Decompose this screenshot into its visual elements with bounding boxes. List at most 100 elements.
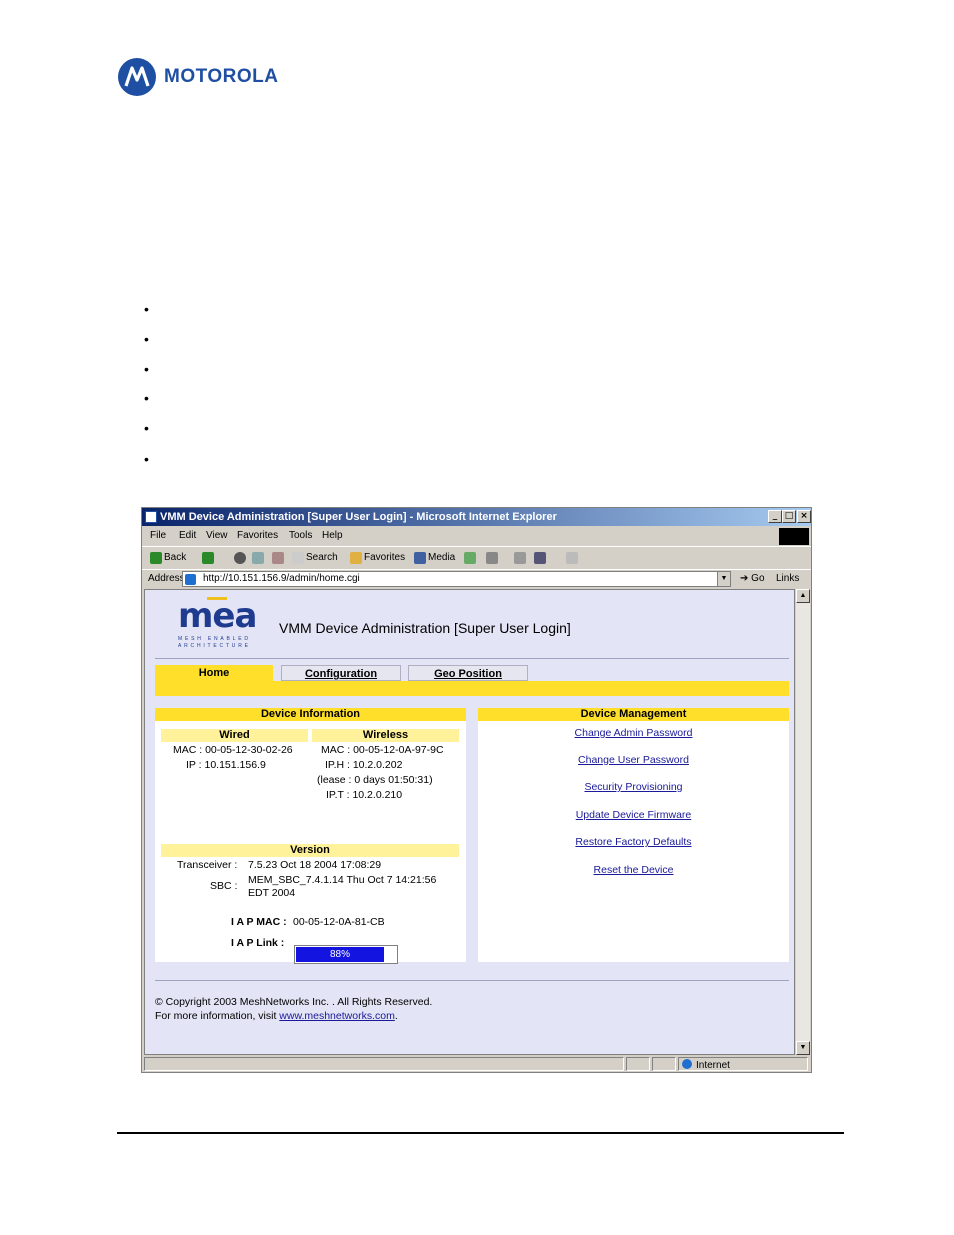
scroll-up-icon[interactable]: ▲ <box>796 589 810 603</box>
forward-arrow-icon[interactable] <box>202 552 214 564</box>
refresh-icon[interactable] <box>252 552 264 564</box>
iap-link-progress-fill: 88% <box>296 947 384 962</box>
more-info-suffix: . <box>394 1010 398 1022</box>
address-bar: Address http://10.151.156.9/admin/home.c… <box>142 569 811 588</box>
zone-pane: Internet <box>678 1057 808 1071</box>
reset-device-link[interactable]: Reset the Device <box>478 864 789 876</box>
go-button[interactable]: ➔ Go <box>740 570 765 588</box>
wired-mac: MAC : 00-05-12-30-02-26 <box>173 744 293 756</box>
menu-help[interactable]: Help <box>322 527 343 545</box>
maximize-button[interactable]: □ <box>782 510 796 523</box>
device-mgmt-heading: Device Management <box>478 708 789 721</box>
address-dropdown-icon[interactable]: ▼ <box>717 572 730 586</box>
windows-logo-icon <box>779 528 809 545</box>
transceiver-label: Transceiver : <box>177 859 238 871</box>
bullet: • <box>144 361 149 377</box>
page-title: VMM Device Administration [Super User Lo… <box>279 620 571 636</box>
wireless-mac: MAC : 00-05-12-0A-97-9C <box>321 744 444 756</box>
wireless-lease: (lease : 0 days 01:50:31) <box>317 774 433 786</box>
status-pane <box>652 1057 676 1071</box>
address-input[interactable]: http://10.151.156.9/admin/home.cgi ▼ <box>182 571 731 587</box>
menu-view[interactable]: View <box>206 527 228 545</box>
meshnetworks-link[interactable]: www.meshnetworks.com <box>279 1010 395 1022</box>
wired-ip: IP : 10.151.156.9 <box>186 759 266 771</box>
vertical-scrollbar[interactable]: ▲ ▼ <box>796 589 810 1055</box>
menu-favorites[interactable]: Favorites <box>237 527 278 545</box>
restore-defaults-link[interactable]: Restore Factory Defaults <box>478 836 789 848</box>
window-title: VMM Device Administration [Super User Lo… <box>160 511 557 523</box>
brand-name: MOTOROLA <box>164 66 279 87</box>
tab-home[interactable]: Home <box>155 665 273 681</box>
change-admin-password-link[interactable]: Change Admin Password <box>478 727 789 739</box>
wireless-ipt: IP.T : 10.2.0.210 <box>326 789 403 801</box>
discuss-icon[interactable] <box>566 552 578 564</box>
home-icon[interactable] <box>272 552 284 564</box>
globe-icon <box>682 1059 692 1069</box>
browser-window: VMM Device Administration [Super User Lo… <box>141 507 812 1073</box>
device-info-heading: Device Information <box>155 708 466 721</box>
mail-icon[interactable] <box>486 552 498 564</box>
minimize-button[interactable]: _ <box>768 510 782 523</box>
back-button[interactable]: Back <box>164 547 186 569</box>
tab-geo-position[interactable]: Geo Position <box>408 665 528 681</box>
update-firmware-link[interactable]: Update Device Firmware <box>478 809 789 821</box>
page-content: mea MESH ENABLED ARCHITECTURE VMM Device… <box>144 589 795 1055</box>
title-bar: VMM Device Administration [Super User Lo… <box>142 508 811 526</box>
tab-configuration[interactable]: Configuration <box>281 665 401 681</box>
menu-bar: File Edit View Favorites Tools Help <box>142 527 811 545</box>
sbc-value-cont: EDT 2004 <box>248 887 296 899</box>
bullet: • <box>144 420 149 436</box>
print-icon[interactable] <box>514 552 526 564</box>
bullet: • <box>144 390 149 406</box>
iap-link-progress: 88% <box>294 945 398 964</box>
tab-strip <box>155 681 789 696</box>
change-user-password-link[interactable]: Change User Password <box>478 754 789 766</box>
search-button[interactable]: Search <box>306 547 338 569</box>
iap-link-label: I A P Link : <box>231 937 285 949</box>
bullet: • <box>144 451 149 467</box>
media-button[interactable]: Media <box>428 547 455 569</box>
status-pane <box>626 1057 650 1071</box>
media-icon[interactable] <box>414 552 426 564</box>
sbc-label: SBC : <box>210 880 238 892</box>
wired-heading: Wired <box>161 729 308 742</box>
close-button[interactable]: × <box>797 510 811 523</box>
wireless-heading: Wireless <box>312 729 459 742</box>
menu-file[interactable]: File <box>150 527 166 545</box>
status-bar: Internet <box>142 1056 811 1072</box>
search-icon[interactable] <box>292 552 304 564</box>
motorola-logo-icon <box>118 58 156 96</box>
header-divider <box>155 658 789 659</box>
links-button[interactable]: Links <box>776 570 799 588</box>
device-info-panel: Device Information Wired Wireless MAC : … <box>155 708 466 962</box>
version-heading: Version <box>161 844 459 857</box>
page-icon <box>185 574 196 585</box>
sbc-value: MEM_SBC_7.4.1.14 Thu Oct 7 14:21:56 <box>248 874 437 886</box>
footer-divider <box>155 980 789 981</box>
toolbar: Back Search Favorites Media <box>142 546 811 569</box>
favorites-icon[interactable] <box>350 552 362 564</box>
scroll-down-icon[interactable]: ▼ <box>796 1041 810 1055</box>
zone-label: Internet <box>696 1060 730 1071</box>
address-url: http://10.151.156.9/admin/home.cgi <box>203 573 360 584</box>
mea-logo: mea <box>178 596 257 636</box>
transceiver-value: 7.5.23 Oct 18 2004 17:08:29 <box>248 859 382 871</box>
wireless-iph: IP.H : 10.2.0.202 <box>325 759 403 771</box>
menu-tools[interactable]: Tools <box>289 527 312 545</box>
menu-edit[interactable]: Edit <box>179 527 196 545</box>
iap-mac-value: 00-05-12-0A-81-CB <box>293 916 385 928</box>
edit-icon[interactable] <box>534 552 546 564</box>
more-info-prefix: For more information, visit <box>155 1010 280 1022</box>
security-provisioning-link[interactable]: Security Provisioning <box>478 781 789 793</box>
history-icon[interactable] <box>464 552 476 564</box>
status-text-pane <box>144 1057 624 1071</box>
bullet: • <box>144 301 149 317</box>
back-arrow-icon[interactable] <box>150 552 162 564</box>
go-label: Go <box>751 573 765 584</box>
favorites-button[interactable]: Favorites <box>364 547 405 569</box>
device-mgmt-panel: Device Management Change Admin Password … <box>478 708 789 962</box>
stop-icon[interactable] <box>234 552 246 564</box>
page-rule <box>117 1132 844 1134</box>
ie-icon <box>145 511 157 523</box>
iap-mac-label: I A P MAC : <box>231 916 287 928</box>
